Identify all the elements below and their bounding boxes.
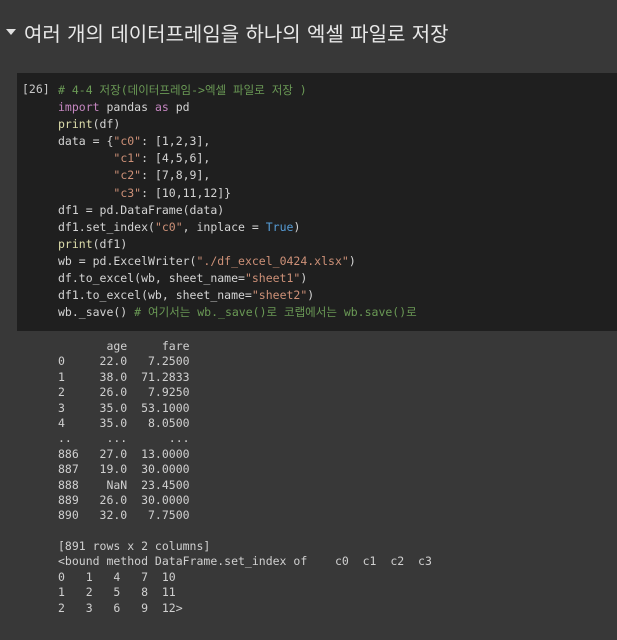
code-token-string: "c0" [154,219,183,234]
code-token-default: df.to_excel(wb, sheet_name= [58,271,245,286]
output-line: <bound method DataFrame.set_index of c0 … [58,554,432,569]
output-line: 2 3 6 9 12> [58,600,183,615]
code-token-string: "c2" [113,168,142,183]
code-token-default: ) [348,253,356,268]
output-line: 886 27.0 13.0000 [58,446,190,461]
code-token-default [58,168,113,182]
output-line: 0 22.0 7.2500 [58,354,190,369]
output-line: 1 38.0 71.2833 [58,369,190,384]
section-header: 여러 개의 데이터프레임을 하나의 엑셀 파일로 저장 [0,10,617,54]
code-token-default: wb = pd.ExcelWriter( [58,253,197,268]
output-line: [891 rows x 2 columns] [58,539,211,554]
code-line: data = {"c0": [1,2,3], [58,133,417,150]
code-token-default: : [4,5,6], [141,151,211,166]
code-token-comment: # 4-4 저장(데이터프레임->엑셀 파일로 저장 ) [58,83,307,97]
code-line: print(df1) [58,236,417,253]
code-line: print(df) [58,116,417,133]
code-token-default: df1.set_index( [58,219,155,234]
code-token-string: "sheet2" [251,288,308,303]
output-line: age fare [58,339,190,353]
code-token-default: data = { [58,134,114,149]
output-line: 889 26.0 30.0000 [58,492,190,507]
section-title: 여러 개의 데이터프레임을 하나의 엑셀 파일로 저장 [24,21,449,46]
code-token-default: : [1,2,3], [141,134,211,149]
code-line: import pandas as pd [58,99,417,116]
code-line: wb._save() # 여기서는 wb._save()로 코랩에서는 wb.s… [58,304,417,321]
cell-output: age fare 0 22.0 7.2500 1 38.0 71.2833 2 26.… [58,339,432,616]
code-token-default: (df1) [92,236,128,251]
code-token-default: wb._save() [58,305,135,320]
code-token-default: , inplace = [182,219,266,234]
execution-count: [26] [22,82,50,96]
code-token-default [58,186,113,200]
code-token-string: "c3" [113,185,142,200]
code-line: df1.set_index("c0", inplace = True) [58,219,417,236]
code-token-keyword: as [154,100,169,115]
code-token-default: : [10,11,12]} [141,185,232,200]
code-line: wb = pd.ExcelWriter("./df_excel_0424.xls… [58,253,417,270]
code-line: df1 = pd.DataFrame(data) [58,202,417,219]
output-line: 888 NaN 23.4500 [58,477,190,492]
code-token-default: df1.to_excel(wb, sheet_name= [58,288,252,303]
code-token-default: ) [293,219,301,234]
code-token-func: print [58,117,93,132]
code-token-default: pd [168,100,190,115]
code-token-string: "c1" [113,151,142,166]
code-token-default: ) [307,288,315,303]
output-line: 0 1 4 7 10 [58,569,176,584]
caret-down-icon[interactable] [2,10,20,54]
code-token-func: print [58,236,93,251]
code-line: "c2": [7,8,9], [58,167,417,184]
code-line: # 4-4 저장(데이터프레임->엑셀 파일로 저장 ) [58,82,417,99]
code-token-bool: True [265,219,294,234]
code-line: df.to_excel(wb, sheet_name="sheet1") [58,270,417,287]
output-line: .. ... ... [58,431,190,446]
code-line: "c1": [4,5,6], [58,150,417,167]
code-token-default: ) [300,271,308,286]
code-token-string: "./df_excel_0424.xlsx" [196,253,349,268]
code-token-default: df1 = pd.DataFrame(data) [58,202,225,217]
code-token-default: pandas [99,100,155,115]
code-line: df1.to_excel(wb, sheet_name="sheet2") [58,287,417,304]
output-line: 3 35.0 53.1000 [58,400,190,415]
output-line: 890 32.0 7.7500 [58,508,190,523]
output-line: 2 26.0 7.9250 [58,385,190,400]
code-token-comment: # 여기서는 wb._save()로 코랩에서는 wb.save()로 [134,305,417,320]
output-line: 1 2 5 8 11 [58,585,176,600]
code-token-default: : [7,8,9], [141,168,211,183]
code-line: "c3": [10,11,12]} [58,185,417,202]
code-token-default: (df) [92,117,121,132]
output-line: 887 19.0 30.0000 [58,462,190,477]
code-token-default [58,151,113,165]
code-editor[interactable]: # 4-4 저장(데이터프레임->엑셀 파일로 저장 ) import panda… [58,82,417,321]
code-token-string: "c0" [113,134,142,149]
output-line: 4 35.0 8.0500 [58,415,190,430]
code-token-string: "sheet1" [244,271,301,286]
code-token-keyword: import [58,100,100,115]
code-cell[interactable]: [26] # 4-4 저장(데이터프레임->엑셀 파일로 저장 ) import … [17,73,617,331]
